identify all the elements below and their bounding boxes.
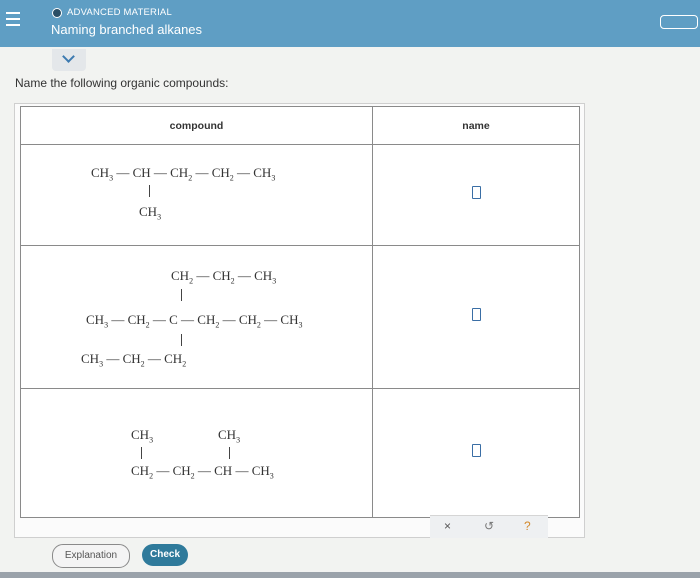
battery-icon <box>660 15 698 29</box>
bond-line <box>181 334 183 346</box>
answer-input-3[interactable] <box>471 444 481 457</box>
atom: CH3 <box>280 312 303 330</box>
top-bar: ADVANCED MATERIAL Naming branched alkane… <box>0 0 700 47</box>
atom: CH2 <box>122 351 145 369</box>
atom: CH3 <box>81 351 104 369</box>
page-title: Naming branched alkanes <box>51 22 203 37</box>
bond-line <box>149 185 151 197</box>
check-button[interactable]: Check <box>142 544 188 566</box>
bond-line <box>181 289 183 301</box>
atom: CH3 <box>86 312 109 330</box>
atom: CH3 <box>253 165 276 183</box>
atom: CH3 <box>218 427 241 445</box>
answer-toolbar: × ↺ ? <box>430 515 548 538</box>
compound-2-upper-branch: CH2 — CH2 — CH3 <box>171 268 277 286</box>
atom: CH3 <box>91 165 114 183</box>
compound-table: compound name CH3 — CH — CH2 — CH2 — CH3… <box>20 106 580 518</box>
undo-icon[interactable]: ↺ <box>484 519 494 533</box>
atom: CH2 <box>170 165 193 183</box>
atom: CH <box>214 463 233 478</box>
category-label: ADVANCED MATERIAL <box>52 7 172 18</box>
atom: CH2 <box>211 165 234 183</box>
atom: CH2 <box>171 268 194 286</box>
name-cell-1 <box>372 144 580 246</box>
atom: C <box>169 312 178 327</box>
chevron-down-icon <box>62 50 75 63</box>
atom: CH2 <box>238 312 261 330</box>
name-cell-3 <box>372 388 580 518</box>
compound-1-branch: CH3 <box>139 204 161 222</box>
atom: CH3 <box>139 204 162 222</box>
bond-line <box>141 447 143 459</box>
compound-3-right-branch: CH3 <box>218 427 240 445</box>
compound-cell-1: CH3 — CH — CH2 — CH2 — CH3 CH3 <box>20 144 373 246</box>
atom: CH3 <box>251 463 274 481</box>
compound-2-main-chain: CH3 — CH2 — C — CH2 — CH2 — CH3 <box>86 312 303 330</box>
compound-1-main-chain: CH3 — CH — CH2 — CH2 — CH3 <box>91 165 276 183</box>
atom: CH3 <box>254 268 277 286</box>
atom: CH2 <box>127 312 150 330</box>
question-prompt: Name the following organic compounds: <box>15 76 229 90</box>
answer-input-2[interactable] <box>471 308 481 321</box>
answer-input-1[interactable] <box>471 186 481 199</box>
name-column-header: name <box>372 106 580 145</box>
atom: CH3 <box>131 427 154 445</box>
atom: CH2 <box>197 312 220 330</box>
atom: CH2 <box>212 268 235 286</box>
clear-icon[interactable]: × <box>444 519 451 533</box>
atom: CH2 <box>172 463 195 481</box>
category-text: ADVANCED MATERIAL <box>67 7 172 18</box>
atom: CH2 <box>164 351 187 369</box>
compound-column-header: compound <box>20 106 373 145</box>
compound-2-lower-branch: CH3 — CH2 — CH2 <box>81 351 187 369</box>
bottom-bar <box>0 572 700 578</box>
bond-line <box>229 447 231 459</box>
compound-3-left-branch: CH3 <box>131 427 153 445</box>
menu-icon[interactable] <box>6 12 20 30</box>
compound-cell-2: CH2 — CH2 — CH3 CH3 — CH2 — C — CH2 — CH… <box>20 245 373 389</box>
collapse-button[interactable] <box>52 49 86 71</box>
compound-cell-3: CH3 CH3 CH2 — CH2 — CH — CH3 <box>20 388 373 518</box>
compound-3-main-chain: CH2 — CH2 — CH — CH3 <box>131 463 274 481</box>
atom: CH <box>132 165 151 180</box>
help-icon[interactable]: ? <box>524 519 531 533</box>
atom: CH2 <box>131 463 154 481</box>
status-dot-icon <box>52 7 62 18</box>
explanation-button[interactable]: Explanation <box>52 544 130 568</box>
name-cell-2 <box>372 245 580 389</box>
